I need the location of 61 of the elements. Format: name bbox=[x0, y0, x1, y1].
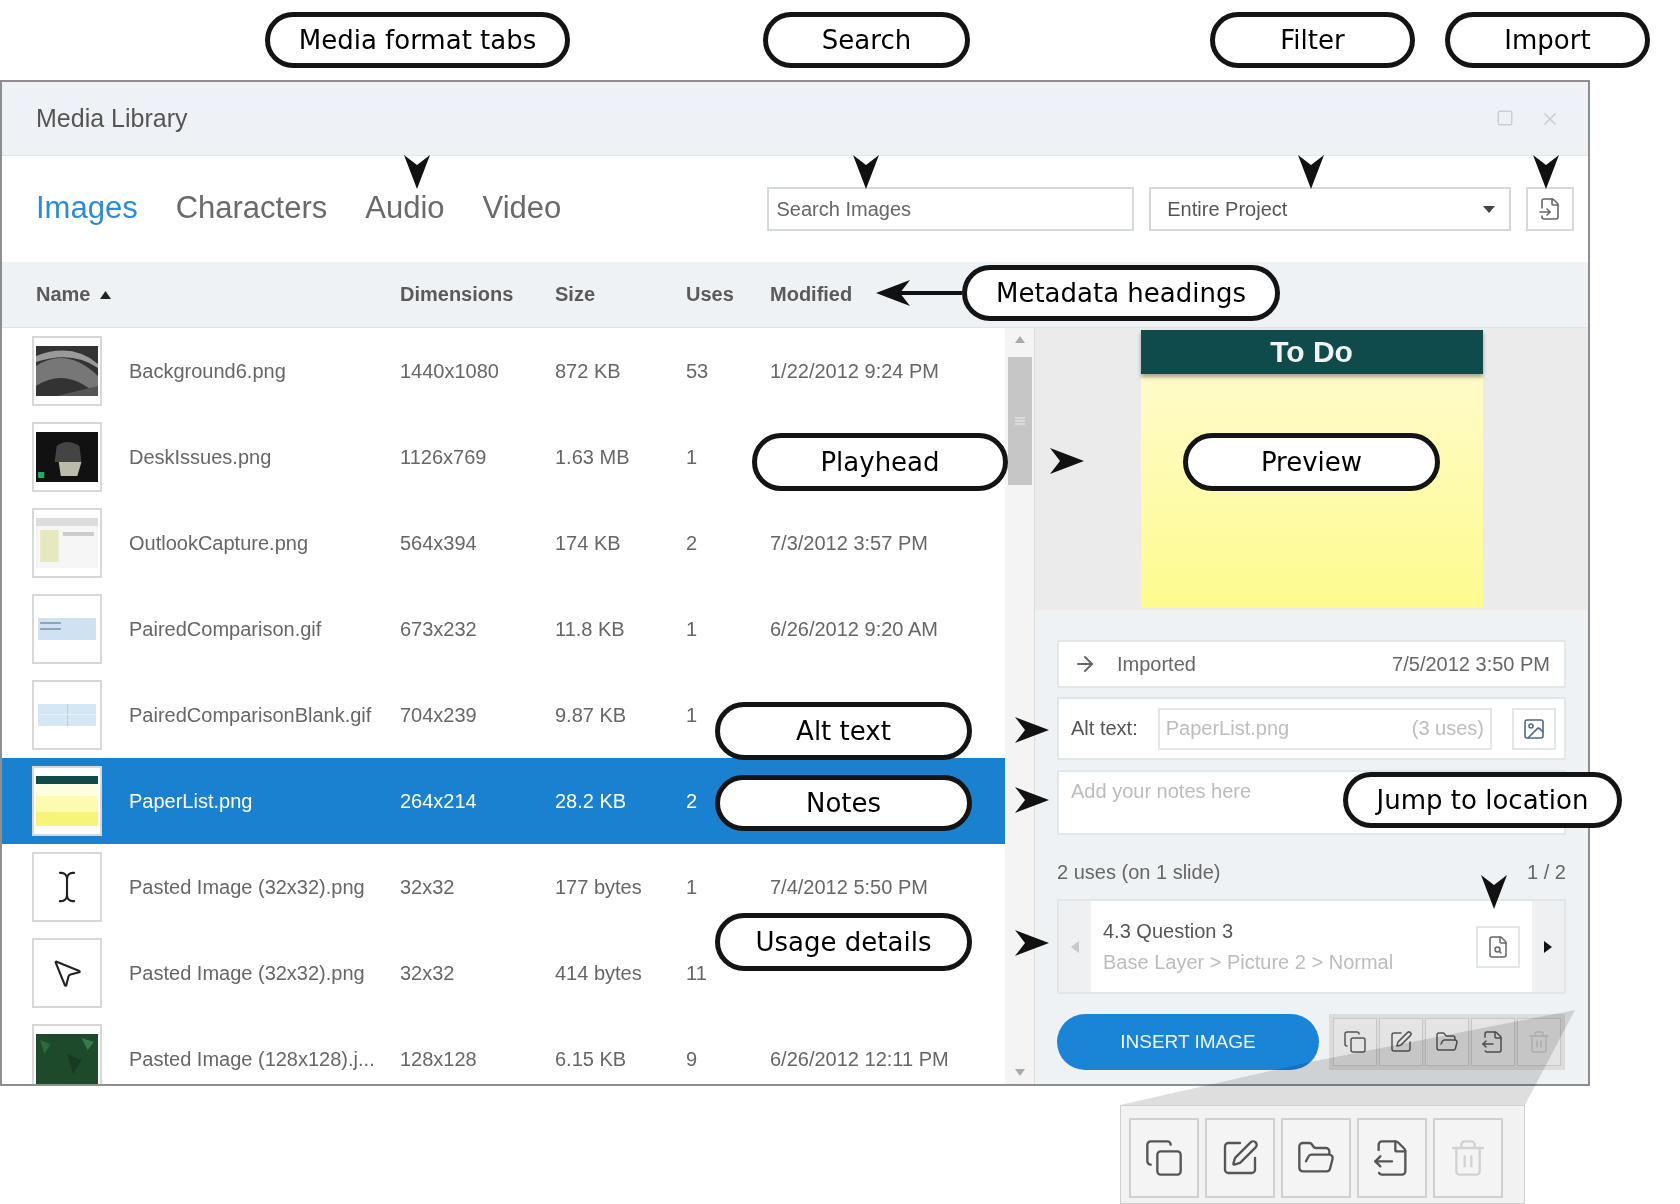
table-cell: 9.87 KB bbox=[555, 703, 627, 727]
table-cell: Pasted Image (32x32).png bbox=[129, 875, 365, 899]
usage-summary: 2 uses (on 1 slide) bbox=[1057, 860, 1222, 884]
table-cell: 128x128 bbox=[400, 1047, 477, 1071]
table-cell: 872 KB bbox=[555, 359, 621, 383]
table-cell: 414 bytes bbox=[555, 961, 642, 985]
table-cell: 11 bbox=[686, 961, 707, 985]
table-cell: 704x239 bbox=[400, 703, 477, 727]
object-path: Base Layer > Picture 2 > Normal bbox=[1103, 950, 1395, 974]
callout-tooltip: Preview bbox=[1183, 433, 1440, 491]
table-cell: 2 bbox=[686, 789, 698, 813]
window-title: Media Library bbox=[36, 104, 189, 133]
table-cell: 1440x1080 bbox=[400, 359, 499, 383]
table-cell: 32x32 bbox=[400, 875, 455, 899]
table-cell: PairedComparisonBlank.gif bbox=[129, 703, 372, 727]
callout-tooltip: Playhead bbox=[752, 433, 1008, 491]
callout-tooltip: Notes bbox=[715, 775, 972, 831]
callout-tooltip: Metadata headings bbox=[962, 265, 1280, 321]
table-cell: Background6.png bbox=[129, 359, 286, 383]
imported-label: Imported bbox=[1117, 652, 1197, 676]
table-cell: 1/22/2012 9:24 PM bbox=[770, 359, 939, 383]
table-cell: 9 bbox=[686, 1047, 698, 1071]
callout-tooltip: Media format tabs bbox=[265, 12, 570, 68]
table-cell: 1 bbox=[686, 703, 698, 727]
table-cell: 53 bbox=[686, 359, 709, 383]
callout-tooltip: Usage details bbox=[715, 913, 972, 971]
table-cell: 1.63 MB bbox=[555, 445, 630, 469]
table-cell: 32x32 bbox=[400, 961, 455, 985]
table-cell: 1126x769 bbox=[400, 445, 487, 469]
table-cell: Pasted Image (32x32).png bbox=[129, 961, 365, 985]
table-cell: 6/26/2012 9:20 AM bbox=[770, 617, 938, 641]
slide-title: 4.3 Question 3 bbox=[1103, 919, 1235, 943]
table-cell: 7/4/2012 5:50 PM bbox=[770, 875, 928, 899]
table-cell: 6.15 KB bbox=[555, 1047, 627, 1071]
callout-tooltip: Jump to location bbox=[1343, 772, 1622, 828]
table-cell: 11.8 KB bbox=[555, 617, 625, 641]
table-cell: 564x394 bbox=[400, 531, 477, 555]
table-cell: 1 bbox=[686, 445, 698, 469]
table-cell: 673x232 bbox=[400, 617, 477, 641]
callout-tooltip: Import bbox=[1445, 12, 1650, 68]
usage-pager: 1 / 2 bbox=[1527, 860, 1566, 884]
callout-tooltip: Alt text bbox=[715, 702, 972, 760]
callout-tooltip: Filter bbox=[1210, 12, 1415, 68]
note-title: To Do bbox=[1140, 330, 1483, 374]
table-cell: 2 bbox=[686, 531, 698, 555]
table-cell: OutlookCapture.png bbox=[129, 531, 308, 555]
table-cell: 174 KB bbox=[555, 531, 621, 555]
table-cell: 7/3/2012 3:57 PM bbox=[770, 531, 928, 555]
imported-date: 7/5/2012 3:50 PM bbox=[1392, 652, 1550, 676]
table-cell: 28.2 KB bbox=[555, 789, 627, 813]
alt-text-label: Alt text: bbox=[1071, 717, 1138, 740]
table-cell: 6/26/2012 12:11 PM bbox=[770, 1047, 949, 1071]
table-cell: PaperList.png bbox=[129, 789, 253, 813]
callout-tooltip: Search bbox=[763, 12, 970, 68]
table-cell: 1 bbox=[686, 875, 698, 899]
table-cell: Pasted Image (128x128).j... bbox=[129, 1047, 375, 1071]
table-cell: 1 bbox=[686, 617, 698, 641]
table-cell: DeskIssues.png bbox=[129, 445, 272, 469]
table-cell: 177 bytes bbox=[555, 875, 642, 899]
table-cell: PairedComparison.gif bbox=[129, 617, 322, 641]
table-cell: 264x214 bbox=[400, 789, 477, 813]
